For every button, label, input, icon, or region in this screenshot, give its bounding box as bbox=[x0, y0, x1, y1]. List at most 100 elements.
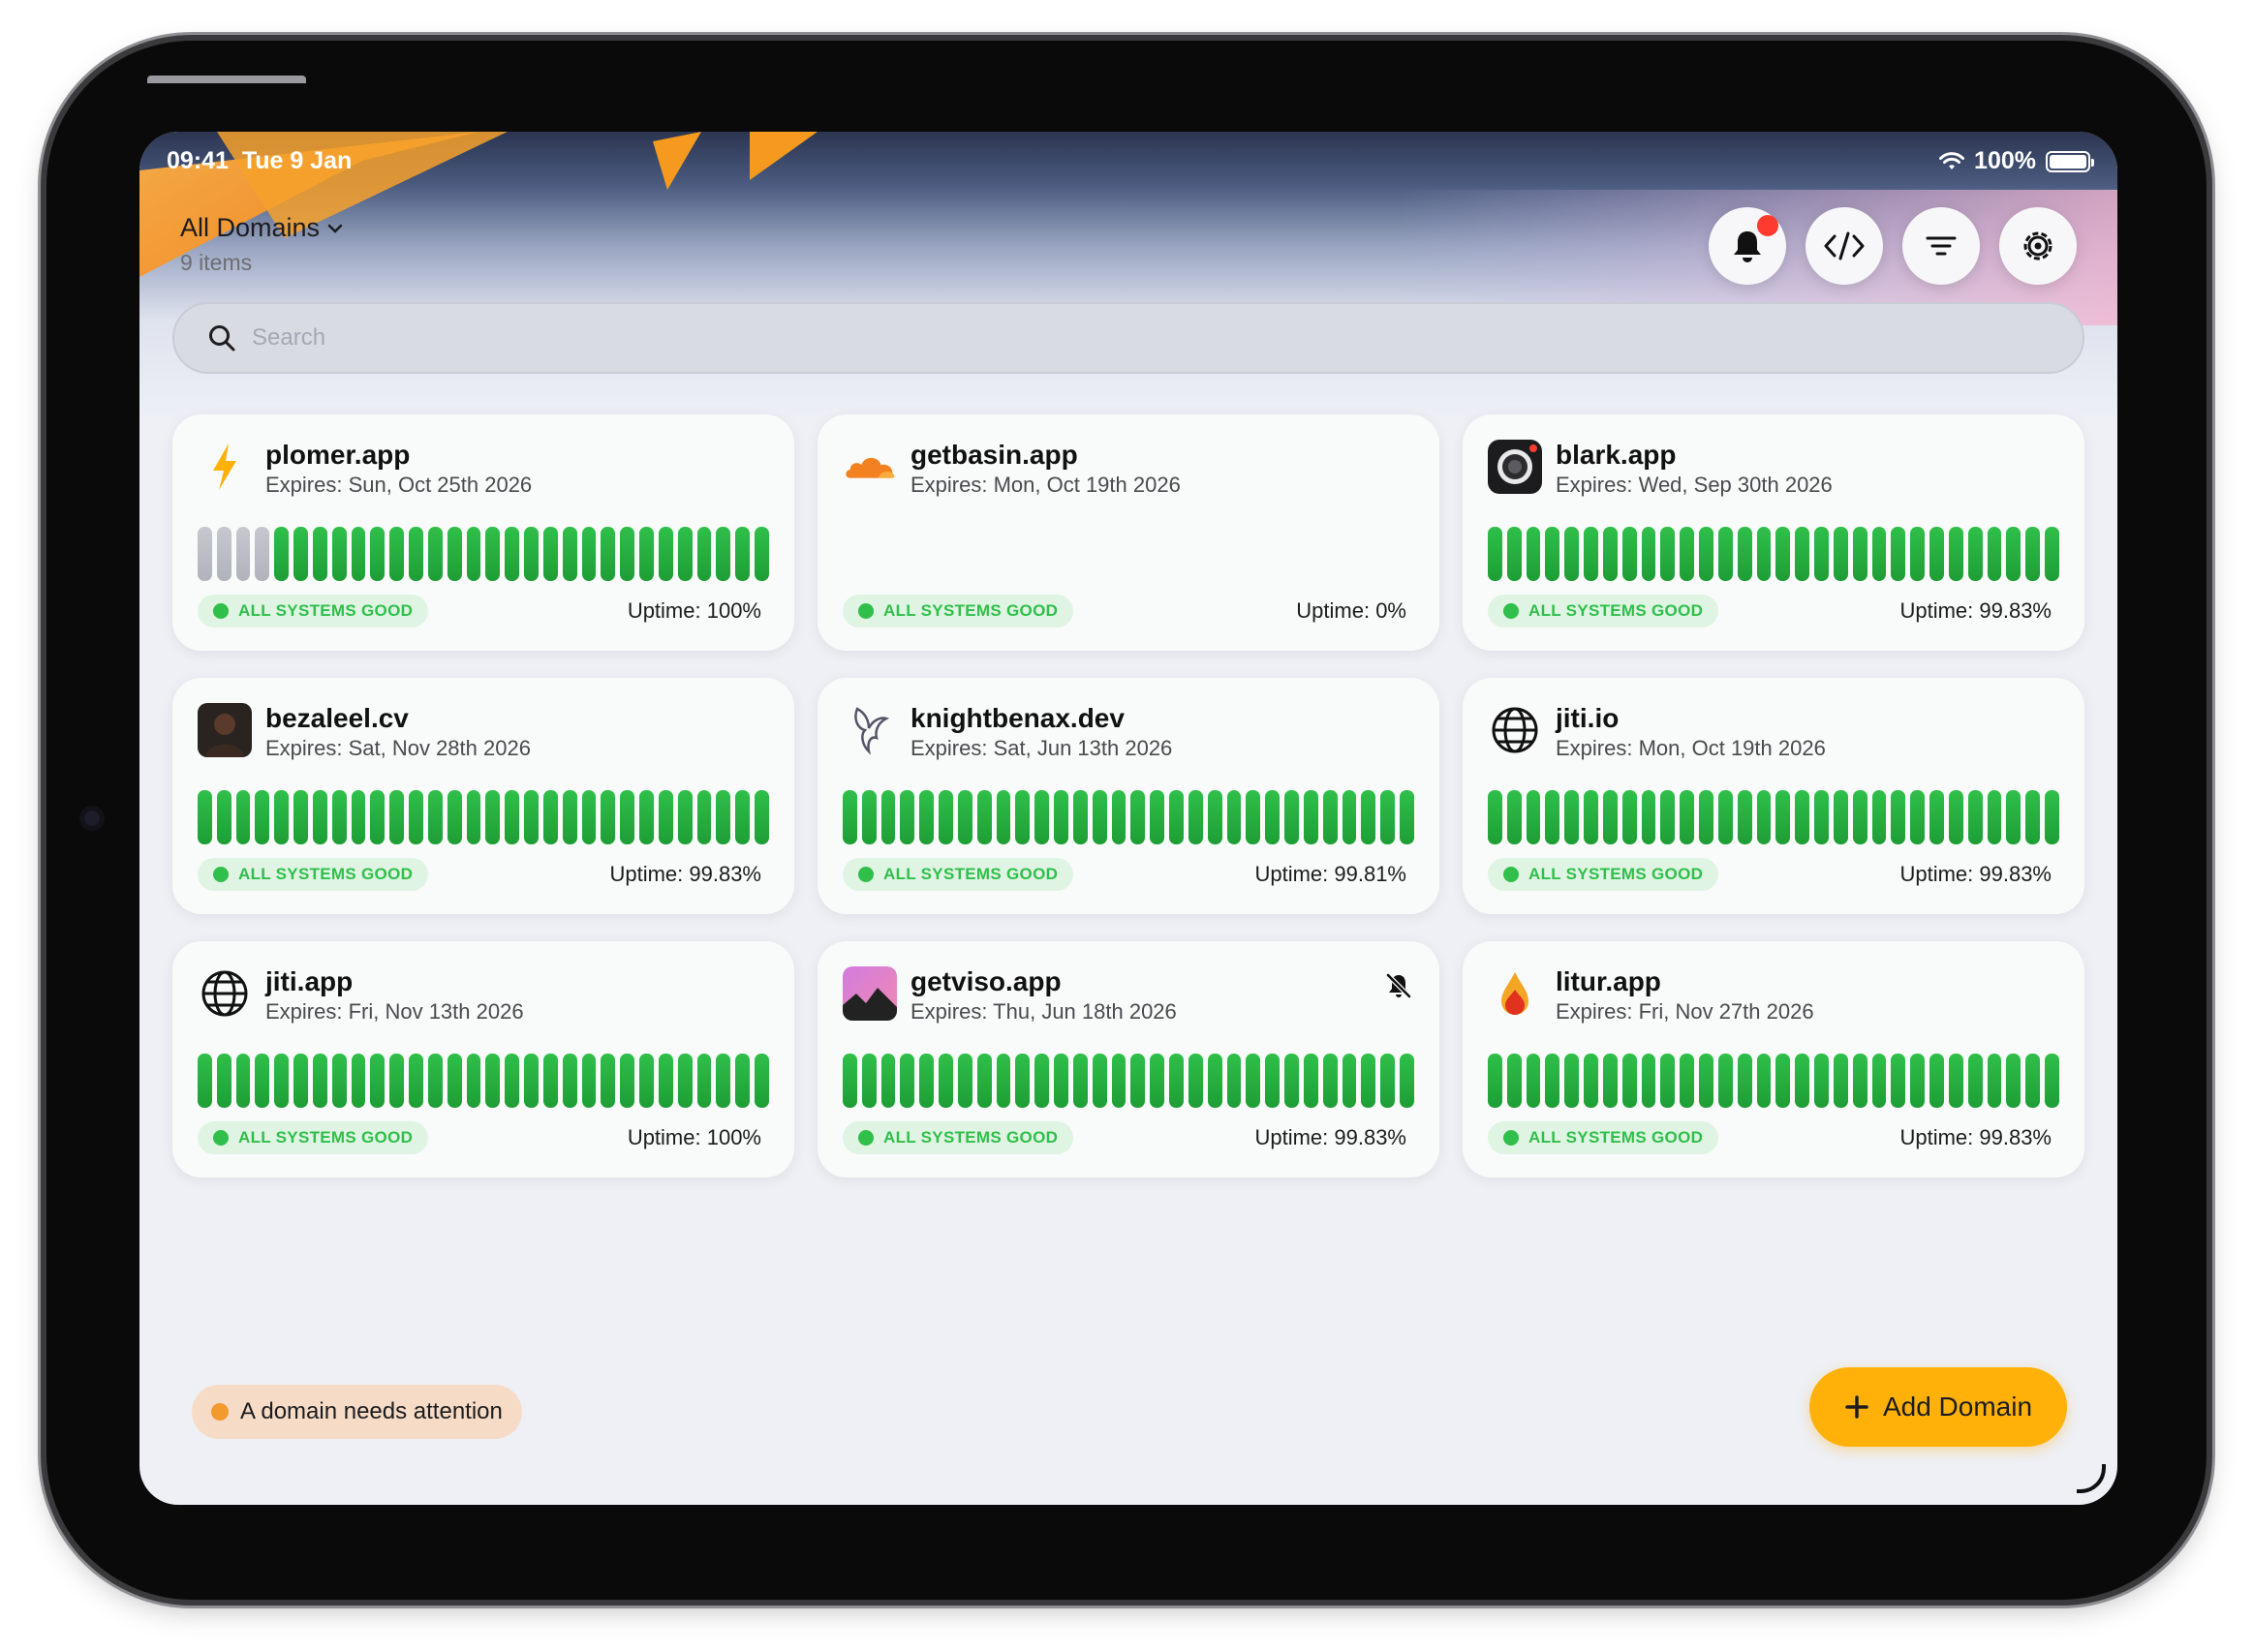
domain-name: bezaleel.cv bbox=[265, 703, 409, 733]
uptime-bar-up bbox=[1967, 527, 1983, 581]
uptime-bar-up bbox=[696, 527, 712, 581]
uptime-bar-up bbox=[755, 1054, 769, 1108]
uptime-bar-up bbox=[1775, 527, 1791, 581]
uptime-bar-up bbox=[1717, 527, 1733, 581]
uptime-bar-up bbox=[1092, 1054, 1107, 1108]
domain-card-getbasin-app[interactable]: getbasin.app Expires: Mon, Oct 19th 2026… bbox=[818, 414, 1439, 651]
uptime-bar-up bbox=[1948, 1054, 1963, 1108]
notifications-button[interactable] bbox=[1709, 207, 1786, 285]
uptime-bar-up bbox=[677, 527, 693, 581]
uptime-bar-up bbox=[389, 790, 405, 844]
domain-expiry: Expires: Fri, Nov 13th 2026 bbox=[265, 999, 524, 1024]
uptime-bar-up bbox=[524, 527, 539, 581]
status-dot bbox=[858, 1130, 874, 1146]
uptime-bar-up bbox=[1488, 790, 1502, 844]
embed-code-button[interactable] bbox=[1805, 207, 1883, 285]
uptime-bar-up bbox=[1621, 790, 1637, 844]
uptime-bar-up bbox=[198, 1054, 212, 1108]
uptime-bar-up bbox=[312, 1054, 327, 1108]
settings-button[interactable] bbox=[1999, 207, 2077, 285]
domain-card-jiti-app[interactable]: jiti.app Expires: Fri, Nov 13th 2026 ALL… bbox=[172, 941, 794, 1178]
uptime-bar-up bbox=[1526, 1054, 1541, 1108]
uptime-bar-up bbox=[1111, 790, 1126, 844]
toolbar bbox=[1709, 207, 2077, 285]
uptime-bar-up bbox=[1814, 527, 1829, 581]
search-input[interactable] bbox=[252, 324, 1995, 352]
uptime-bar-up bbox=[639, 1054, 654, 1108]
uptime-bar-up bbox=[1188, 1054, 1203, 1108]
uptime-bar-up bbox=[620, 527, 635, 581]
uptime-bar-up bbox=[274, 1054, 290, 1108]
search-bar[interactable] bbox=[172, 302, 2084, 374]
front-camera bbox=[79, 806, 105, 831]
uptime-bar-up bbox=[658, 527, 673, 581]
uptime-bar-up bbox=[639, 790, 654, 844]
uptime-bar-up bbox=[601, 527, 616, 581]
uptime-bar-up bbox=[601, 790, 616, 844]
uptime-bar-up bbox=[466, 1054, 481, 1108]
uptime-bar-up bbox=[427, 1054, 443, 1108]
status-text: ALL SYSTEMS GOOD bbox=[238, 865, 414, 883]
uptime-bar-up bbox=[1265, 790, 1281, 844]
uptime-bar-up bbox=[331, 527, 347, 581]
uptime-bar-up bbox=[1775, 790, 1791, 844]
domain-card-jiti-io[interactable]: jiti.io Expires: Mon, Oct 19th 2026 ALL … bbox=[1463, 678, 2084, 914]
uptime-bar-up bbox=[255, 790, 270, 844]
domain-expiry: Expires: Sun, Oct 25th 2026 bbox=[265, 473, 533, 497]
status-text: ALL SYSTEMS GOOD bbox=[883, 865, 1059, 883]
domain-expiry: Expires: Wed, Sep 30th 2026 bbox=[1556, 473, 1833, 497]
domain-card-litur-app[interactable]: litur.app Expires: Fri, Nov 27th 2026 AL… bbox=[1463, 941, 2084, 1178]
uptime-bar-up bbox=[1545, 790, 1560, 844]
domain-filter-dropdown[interactable]: All Domains bbox=[180, 213, 343, 243]
uptime-bar-up bbox=[1342, 1054, 1357, 1108]
uptime-bar-up bbox=[716, 1054, 731, 1108]
domain-card-bezaleel-cv[interactable]: bezaleel.cv Expires: Sat, Nov 28th 2026 … bbox=[172, 678, 794, 914]
uptime-bar-up bbox=[735, 1054, 751, 1108]
domain-expiry: Expires: Mon, Oct 19th 2026 bbox=[910, 473, 1181, 497]
add-domain-label: Add Domain bbox=[1882, 1392, 2033, 1422]
uptime-bar-up bbox=[1910, 1054, 1926, 1108]
uptime-bar-up bbox=[1680, 1054, 1695, 1108]
uptime-bar-up bbox=[1775, 1054, 1791, 1108]
domain-expiry: Expires: Fri, Nov 27th 2026 bbox=[1556, 999, 1814, 1024]
uptime-bar-up bbox=[1717, 1054, 1733, 1108]
status-dot bbox=[858, 867, 874, 882]
domain-name: getbasin.app bbox=[910, 440, 1078, 470]
uptime-bar-up bbox=[370, 527, 386, 581]
filter-button[interactable] bbox=[1902, 207, 1980, 285]
uptime-bar-up bbox=[1545, 527, 1560, 581]
attention-pill[interactable]: A domain needs attention bbox=[192, 1385, 522, 1439]
uptime-bar-up bbox=[1400, 790, 1414, 844]
uptime-bar-up bbox=[601, 1054, 616, 1108]
domain-card-blark-app[interactable]: blark.app Expires: Wed, Sep 30th 2026 AL… bbox=[1463, 414, 2084, 651]
uptime-bar-up bbox=[2006, 527, 2022, 581]
uptime-bar-up bbox=[1891, 527, 1906, 581]
domain-card-knightbenax-dev[interactable]: knightbenax.dev Expires: Sat, Jun 13th 2… bbox=[818, 678, 1439, 914]
uptime-bar-up bbox=[1680, 527, 1695, 581]
battery-percent: 100% bbox=[1974, 147, 2036, 174]
uptime-bar-up bbox=[1322, 1054, 1338, 1108]
volume-button bbox=[147, 76, 232, 83]
uptime-bar-up bbox=[1756, 1054, 1772, 1108]
bell-slash-icon[interactable] bbox=[1385, 972, 1412, 1004]
filter-icon bbox=[1926, 236, 1957, 256]
domain-expiry: Expires: Mon, Oct 19th 2026 bbox=[1556, 736, 1826, 760]
status-badge: ALL SYSTEMS GOOD bbox=[843, 1121, 1074, 1154]
status-text: ALL SYSTEMS GOOD bbox=[238, 601, 414, 620]
uptime-value: Uptime: 99.83% bbox=[1899, 862, 2052, 886]
uptime-bar-up bbox=[861, 1054, 877, 1108]
domain-name: jiti.io bbox=[1556, 703, 1620, 733]
add-domain-button[interactable]: Add Domain bbox=[1809, 1367, 2067, 1447]
status-dot bbox=[213, 603, 229, 619]
uptime-bar-up bbox=[485, 527, 501, 581]
uptime-bar-up bbox=[1284, 790, 1299, 844]
uptime-bar-up bbox=[2006, 1054, 2022, 1108]
uptime-bar-up bbox=[1621, 1054, 1637, 1108]
uptime-bar-up bbox=[1506, 527, 1522, 581]
domain-card-getviso-app[interactable]: getviso.app Expires: Thu, Jun 18th 2026 … bbox=[818, 941, 1439, 1178]
uptime-bar-up bbox=[1564, 1054, 1580, 1108]
uptime-bar-up bbox=[735, 790, 751, 844]
globe-icon bbox=[1488, 703, 1542, 757]
domain-card-plomer-app[interactable]: plomer.app Expires: Sun, Oct 25th 2026 A… bbox=[172, 414, 794, 651]
status-badge: ALL SYSTEMS GOOD bbox=[1488, 595, 1719, 627]
